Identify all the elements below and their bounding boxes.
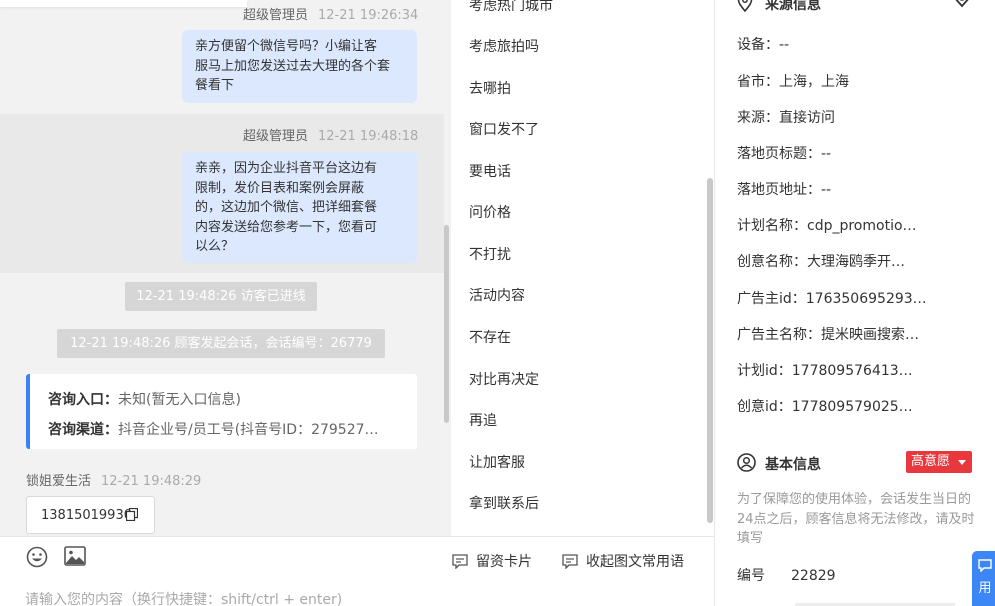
message-sender: 超级管理员 12-21 19:48:18 [243,125,418,144]
emoji-icon[interactable] [26,546,48,568]
source-row-landing-title: 落地页标题：-- [737,146,832,162]
visitor-phone-message: 13815019930 [26,496,155,534]
chat-workspace: 超级管理员 12-21 19:26:34 亲方便留个微信号吗？小编让客 服马上加您… [0,0,995,606]
copy-icon[interactable] [126,508,138,521]
source-info-title: 来源信息 [765,0,821,13]
phrase-item[interactable]: 要电话 [469,161,511,181]
floating-button-label: 用 [978,581,992,596]
phrase-item[interactable]: 考虑旅拍吗 [469,36,539,56]
chat-bubble-icon [978,559,992,573]
phrase-item[interactable]: 考虑热门城市 [469,0,553,15]
message-line: 内容发送给您参考一下，您看可 [195,219,378,235]
source-row-advertiser-id: 广告主id：176350695293… [737,291,927,307]
chat-scrollbar[interactable] [444,225,449,423]
phrase-item[interactable]: 去哪拍 [469,78,511,98]
fold-phrases-label: 收起图文常用语 [586,554,684,570]
consult-channel-row: 咨询渠道：抖音企业号/员工号(抖音号ID：279527… [48,415,399,445]
phrase-item[interactable]: 不打扰 [469,244,511,264]
system-notice-session-started: 12-21 19:48:26 顾客发起会话，会话编号：26779 [57,329,385,358]
message-line: 服马上加您发送过去大理的各个套 [195,58,391,74]
message-sender: 超级管理员 12-21 19:26:34 [243,4,418,23]
card-icon [452,554,468,570]
location-icon [737,0,753,12]
agent-message-bubble: 亲亲，因为企业抖音平台这边有 限制，发价目表和案例会屏蔽 的，这边加个微信、把详… [182,152,417,263]
message-time: 12-21 19:48:29 [101,474,202,489]
consult-channel-label: 咨询渠道： [48,422,118,438]
message-line: 亲亲，因为企业抖音平台这边有 [195,161,378,176]
chat-message-list[interactable]: 超级管理员 12-21 19:26:34 亲方便留个微信号吗？小编让客 服马上加您… [0,0,451,536]
system-notice-visitor-joined: 12-21 19:48:26 访客已进线 [125,282,317,311]
customer-info-pane: 来源信息 设备：-- 省市：上海，上海 来源：直接访问 落地页标题：-- 落地页… [715,0,995,606]
source-row-province: 省市：上海，上海 [737,74,849,90]
customer-id-row: 编号 22829 [737,565,836,585]
source-row-origin: 来源：直接访问 [737,110,835,126]
user-icon [737,453,756,472]
phrase-item[interactable]: 拿到联系后 [469,493,539,513]
chevron-down-icon [958,460,966,465]
top-edge [0,0,247,7]
customer-id-label: 编号 [737,568,765,584]
source-row-landing-url: 落地页地址：-- [737,182,832,198]
edit-deadline-note: 为了保障您的使用体验，会话发生当日的24点之后，顾客信息将无法修改，请及时填写 [737,492,975,546]
consultation-info-card: 咨询入口：未知(暂无入口信息) 咨询渠道：抖音企业号/员工号(抖音号ID：279… [26,374,417,449]
source-row-creative-name: 创意名称：大理海鸥季开… [737,254,905,270]
message-line: 的，这边加个微信、把详细套餐 [195,200,378,215]
message-line: 以么？ [195,239,235,254]
quick-phrase-list: 考虑热门城市 考虑旅拍吗 去哪拍 窗口发不了 要电话 问价格 不打扰 活动内容 … [451,0,714,536]
message-line: 亲方便留个微信号吗？小编让客 [195,39,378,54]
consult-entry-value: 未知(暂无入口信息) [118,392,241,408]
source-row-plan-id: 计划id：177809576413… [737,363,913,379]
source-row-plan-name: 计划名称：cdp_promotio… [737,218,917,234]
consult-channel-value: 抖音企业号/员工号(抖音号ID：279527… [118,422,379,438]
message-input[interactable]: 请输入您的内容（换行快捷键：shift/ctrl + enter) [25,589,342,606]
consult-entry-row: 咨询入口：未知(暂无入口信息) [48,385,399,415]
sender-name: 超级管理员 [243,8,309,23]
intent-level-dropdown[interactable]: 高意愿 [906,451,972,473]
source-row-creative-id: 创意id：177809579025… [737,399,913,415]
customer-id-value: 22829 [791,568,836,584]
message-line: 限制，发价目表和案例会屏蔽 [195,180,365,196]
leave-card-button[interactable]: 留资卡片 [452,551,532,571]
consult-entry-label: 咨询入口： [48,392,118,408]
visitor-name: 锁姐爱生活 [26,474,92,489]
phrase-item[interactable]: 再追 [469,410,497,430]
phrase-item[interactable]: 不存在 [469,327,511,347]
agent-message-bubble: 亲方便留个微信号吗？小编让客 服马上加您发送过去大理的各个套 餐看下 [182,30,417,103]
fold-phrases-button[interactable]: 收起图文常用语 [562,551,684,571]
phrase-item[interactable]: 对比再决定 [469,369,539,389]
message-input-area: 留资卡片 收起图文常用语 请输入您的内容（换行快捷键：shift/ctrl + … [0,536,714,606]
phrase-item[interactable]: 活动内容 [469,285,525,305]
intent-level-value: 高意愿 [911,454,951,469]
phrases-icon [562,554,578,570]
phone-number: 13815019930 [41,508,132,523]
edit-icon[interactable] [951,0,973,8]
phrase-scrollbar[interactable] [707,178,713,523]
visitor-sender: 锁姐爱生活 12-21 19:48:29 [26,470,201,489]
message-time: 12-21 19:48:18 [318,129,419,144]
source-row-device: 设备：-- [737,37,790,53]
sender-name: 超级管理员 [243,129,309,144]
message-line: 餐看下 [195,78,235,93]
leave-card-label: 留资卡片 [476,554,532,570]
basic-info-title: 基本信息 [765,457,821,473]
phrase-item[interactable]: 让加客服 [469,452,525,472]
floating-service-button[interactable]: 用 [972,551,995,606]
message-time: 12-21 19:26:34 [318,8,419,23]
image-icon[interactable] [64,546,86,566]
phrase-item[interactable]: 窗口发不了 [469,119,539,139]
phrase-item[interactable]: 问价格 [469,202,511,222]
source-row-advertiser-name: 广告主名称：提米映画搜索… [737,327,919,343]
